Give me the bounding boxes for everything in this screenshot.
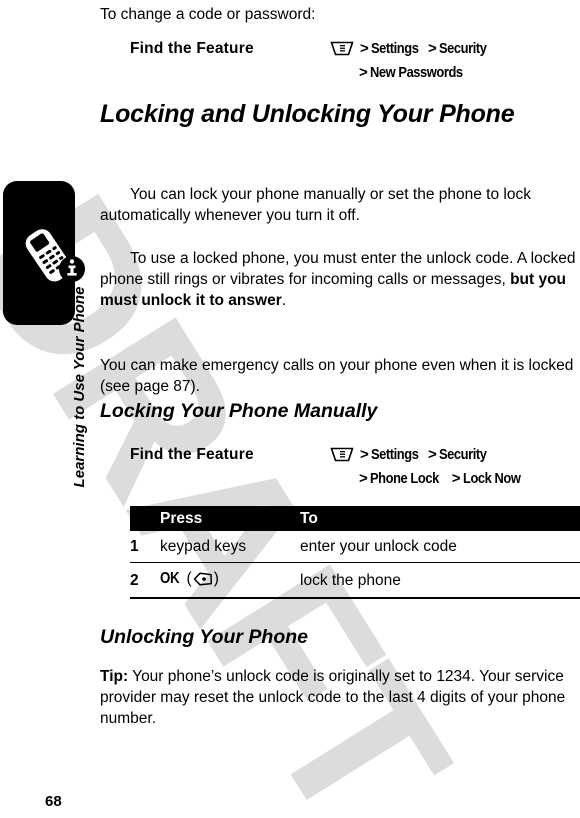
menu-key-icon [330, 41, 354, 62]
find-the-feature-path-1: > Settings > Security > New Passwords [330, 38, 580, 83]
find-the-feature-label-2: Find the Feature [130, 446, 254, 463]
steps-table: Press To 1 keypad keys enter your unlock… [130, 506, 580, 599]
step-to: enter your unlock code [300, 531, 580, 563]
subsection-title-locking-manually: Locking Your Phone Manually [100, 400, 378, 422]
nav-separator: > [359, 470, 368, 487]
tip-label: Tip: [100, 668, 129, 685]
page-number: 68 [45, 793, 62, 810]
section-paragraph-1: You can lock your phone manually or set … [100, 186, 531, 224]
key-label-ok: OK [160, 570, 180, 587]
nav-separator: > [360, 40, 369, 57]
nav-item-security[interactable]: Security [439, 38, 487, 59]
find-the-feature-path-2: > Settings > Security > Phone Lock > Lock Now [330, 444, 580, 489]
nav-separator: > [427, 446, 437, 463]
nav-item-lock-now[interactable]: Lock Now [463, 468, 521, 489]
step-press: keypad keys [160, 531, 300, 563]
nav-separator: > [359, 64, 368, 81]
table-row: 1 keypad keys enter your unlock code [130, 531, 580, 563]
nav-item-settings[interactable]: Settings [371, 444, 419, 465]
nav-separator: > [427, 40, 437, 57]
phone-info-icon [23, 227, 91, 289]
section-paragraph-3: You can make emergency calls on your pho… [100, 357, 574, 395]
section-paragraph-2-part-b: . [281, 292, 287, 309]
subsection-title-unlocking: Unlocking Your Phone [100, 626, 309, 648]
section-title: Locking and Unlocking Your Phone [100, 100, 515, 128]
section-paragraph-2: To use a locked phone, you must enter th… [100, 248, 578, 311]
center-select-key-icon [193, 566, 213, 597]
step-number: 2 [130, 562, 160, 599]
find-the-feature-label-1: Find the Feature [130, 40, 254, 57]
ok-key-wrapper: () [182, 570, 219, 587]
nav-separator: > [360, 446, 369, 463]
nav-item-phone-lock[interactable]: Phone Lock [370, 468, 439, 489]
section-paragraph-2-part-a: To use a locked phone, you must enter th… [100, 250, 576, 288]
intro-lead-text: To change a code or password: [100, 6, 316, 23]
nav-separator: > [451, 470, 461, 487]
step-to: lock the phone [300, 562, 580, 599]
chapter-running-head: Learning to Use Your Phone [71, 286, 88, 488]
nav-item-security[interactable]: Security [439, 444, 487, 465]
tip-paragraph: Tip: Your phone’s unlock code is origina… [100, 666, 578, 729]
nav-item-settings[interactable]: Settings [371, 38, 419, 59]
tip-text: Your phone’s unlock code is originally s… [100, 668, 566, 727]
step-number: 1 [130, 531, 160, 563]
table-header-row: Press To [130, 506, 580, 531]
table-header-to: To [300, 510, 318, 527]
menu-key-icon [330, 447, 354, 468]
step-press: OK () [160, 562, 300, 599]
table-header-number [130, 506, 160, 531]
table-row: 2 OK () lock the phone [130, 562, 580, 599]
nav-item-new-passwords[interactable]: New Passwords [370, 62, 463, 83]
table-header-press: Press [160, 510, 203, 527]
